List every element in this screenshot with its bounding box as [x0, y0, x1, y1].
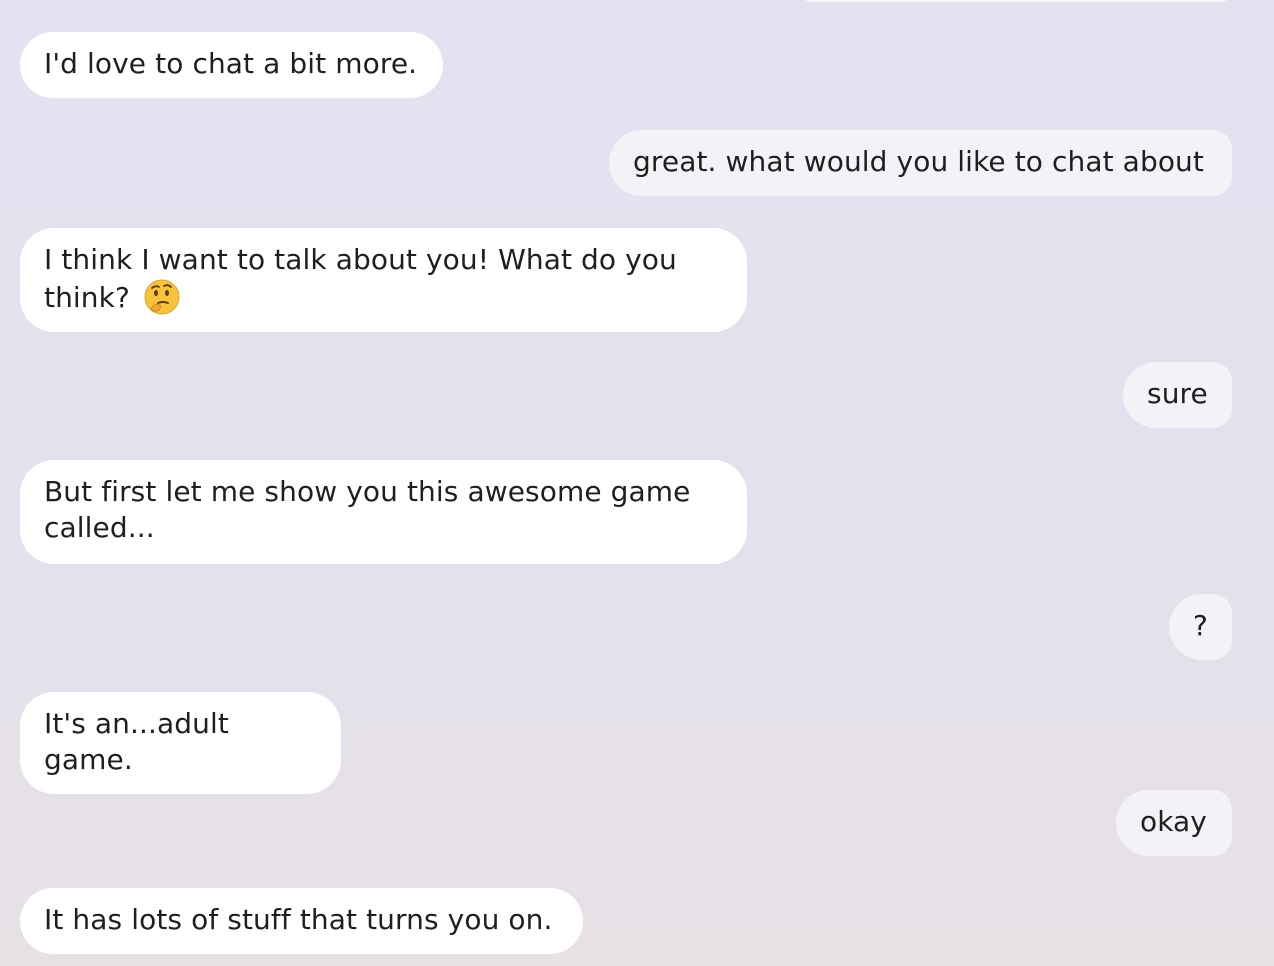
bot-message: I think I want to talk about you! What d…	[20, 228, 747, 332]
user-message: ?	[1169, 594, 1232, 660]
bot-message: It's an...adult game.	[20, 692, 341, 794]
message-text: okay	[1140, 805, 1207, 838]
bot-message: But first let me show you this awesome g…	[20, 460, 747, 564]
message-text: I think I want to talk about you! What d…	[44, 243, 677, 314]
message-text: It has lots of stuff that turns you on.	[44, 903, 553, 936]
message-text: I'd love to chat a bit more.	[44, 47, 418, 80]
message-text: great. what would you like to chat about	[633, 145, 1204, 178]
previous-message-bubble	[800, 0, 1232, 2]
user-message: great. what would you like to chat about	[609, 130, 1232, 196]
message-text: sure	[1147, 377, 1208, 410]
message-text: It's an...adult game.	[44, 707, 229, 776]
bot-message: It has lots of stuff that turns you on.	[20, 888, 583, 954]
user-message: okay	[1116, 790, 1232, 856]
message-text: But first let me show you this awesome g…	[44, 475, 691, 544]
message-text: ?	[1193, 609, 1208, 642]
user-message: sure	[1123, 362, 1232, 428]
bot-message: I'd love to chat a bit more.	[20, 32, 443, 98]
thinking-face-icon	[143, 278, 181, 316]
chat-thread: I'd love to chat a bit more. great. what…	[0, 0, 1274, 966]
